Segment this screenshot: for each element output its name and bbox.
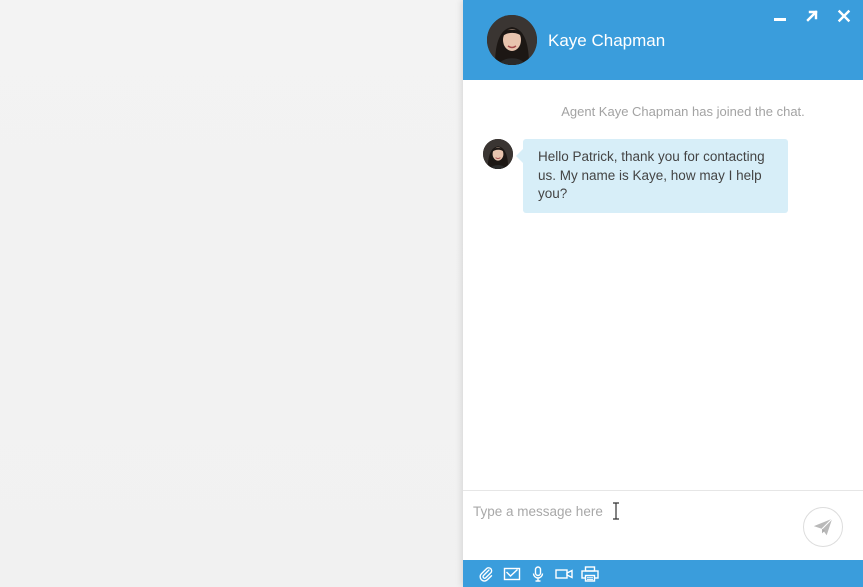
close-button[interactable] — [833, 6, 855, 26]
print-button[interactable] — [581, 565, 599, 583]
attach-button[interactable] — [477, 565, 495, 583]
agent-message-bubble: Hello Patrick, thank you for contacting … — [516, 139, 788, 213]
chat-toolbar — [463, 560, 863, 587]
video-button[interactable] — [555, 565, 573, 583]
minimize-icon — [774, 18, 786, 21]
microphone-icon — [532, 565, 544, 582]
agent-avatar — [487, 15, 537, 65]
voice-button[interactable] — [529, 565, 547, 583]
close-icon — [837, 9, 851, 23]
window-controls — [769, 6, 855, 26]
chat-window: Kaye Chapman Agent Kaye Chapman has join… — [463, 0, 863, 587]
send-icon — [813, 518, 833, 536]
message-composer — [463, 490, 863, 561]
maximize-icon — [806, 10, 818, 22]
maximize-button[interactable] — [801, 6, 823, 26]
chat-header: Kaye Chapman — [463, 0, 863, 80]
email-icon — [503, 567, 521, 580]
email-transcript-button[interactable] — [503, 565, 521, 583]
minimize-button[interactable] — [769, 6, 791, 26]
message-avatar — [483, 139, 513, 169]
system-message: Agent Kaye Chapman has joined the chat. — [561, 104, 805, 119]
video-camera-icon — [555, 568, 573, 579]
message-list[interactable]: Agent Kaye Chapman has joined the chat. … — [463, 80, 863, 490]
text-cursor-icon — [613, 502, 619, 520]
send-button[interactable] — [803, 507, 843, 547]
printer-icon — [581, 565, 599, 582]
message-input[interactable] — [463, 491, 793, 531]
paperclip-icon — [479, 566, 493, 582]
agent-name: Kaye Chapman — [548, 31, 666, 50]
